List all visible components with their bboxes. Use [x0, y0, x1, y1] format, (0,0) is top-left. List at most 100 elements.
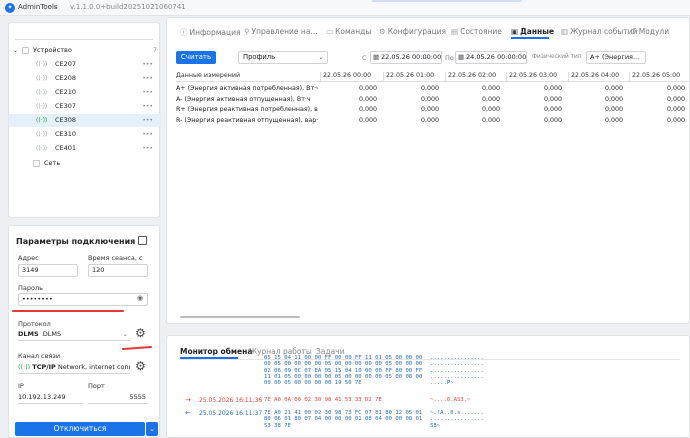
tab-6[interactable]: ▥ Журнал событий [561, 27, 637, 36]
protocol-value-bold: DLMS [18, 330, 39, 338]
tree-device-ce208[interactable]: ((·)) CE208 ••• [9, 72, 161, 85]
table-horizontal-scrollbar[interactable] [180, 316, 300, 318]
tree-root-checkbox[interactable] [22, 47, 29, 54]
column-header[interactable]: 22.05.26 01:00 [386, 72, 434, 79]
tab-label: Команды [335, 27, 372, 36]
app-name: AdminTools [18, 3, 58, 11]
protocol-settings-gear-icon[interactable]: ⚙ [135, 326, 146, 340]
collapse-panel-icon[interactable] [138, 236, 147, 245]
from-date-field[interactable]: ▦ 22.05.26 00:00:00 [370, 51, 442, 64]
column-header[interactable]: 22.05.26 05:00 [632, 72, 680, 79]
tab-4[interactable]: ▤ Состояние [451, 27, 502, 36]
tab-label: Журнал событий [570, 27, 638, 36]
cell-value: 0,000 [604, 95, 623, 103]
antenna-icon: ((·)) [36, 61, 48, 68]
tree-root-device[interactable]: ⌄ Устройство 7 [9, 44, 161, 57]
cell-value: 0,000 [420, 106, 439, 113]
to-date-field[interactable]: ▦ 24.05.26 00:00:00 [455, 51, 527, 64]
column-separator[interactable] [629, 72, 630, 82]
chevron-down-icon[interactable]: ⌄ [123, 328, 128, 341]
cell-value: 0,000 [666, 116, 685, 124]
monitor-line: ................ [430, 361, 484, 368]
chevron-down-icon[interactable]: ⌄ [53, 3, 58, 10]
chevron-down-icon[interactable]: ⌄ [318, 52, 324, 63]
more-options-icon[interactable]: ••• [142, 100, 153, 113]
profile-select[interactable]: Профиль ⌄ [238, 51, 328, 64]
tree-search-input[interactable] [15, 29, 153, 40]
tab-0[interactable]: ⓘ Информация [180, 27, 241, 38]
chevron-down-icon[interactable]: ⌄ [13, 44, 18, 57]
ip-field[interactable]: 10.192.13.249 [18, 391, 83, 404]
cell-value: 0,000 [604, 106, 623, 113]
rx-hex-block: 7E A0 21 41 00 02 30 98 73 FC 07 81 80 1… [264, 410, 422, 429]
table-row[interactable]: R+ (Энергия реактивная потребленная), ва… [176, 105, 690, 115]
session-time-label: Время сеанса, с [88, 254, 143, 262]
table-row[interactable]: A+ (Энергия активная потребленная), Вт·ч… [176, 84, 690, 94]
tree-device-ce210[interactable]: ((·)) CE210 ••• [9, 86, 161, 99]
tab-monitor[interactable]: Монитор обмена [180, 347, 252, 356]
password-field[interactable]: •••••••• [18, 293, 148, 306]
tab-7[interactable]: ⚙ Модули [630, 27, 669, 36]
tab-1[interactable]: ⚲ Управление на... [244, 27, 318, 36]
table-row[interactable]: A- (Энергия активная отпущенная), Вт·ч 0,… [176, 95, 690, 105]
calendar-icon[interactable]: ▦ [373, 52, 379, 63]
tree-root-label: Устройство [33, 46, 72, 54]
more-options-icon[interactable]: ••• [142, 128, 153, 141]
tree-device-ce207[interactable]: ((·)) CE207 ••• [9, 58, 161, 71]
monitor-line: .....P~ [430, 380, 454, 387]
more-options-icon[interactable]: ••• [142, 86, 153, 99]
cell-value: 0,000 [543, 85, 562, 92]
cell-value: 0,000 [543, 106, 562, 113]
tree-network[interactable]: Сеть [9, 157, 161, 170]
column-separator[interactable] [383, 72, 384, 82]
tab-label: Управление на... [251, 27, 318, 36]
calendar-icon[interactable]: ▦ [458, 52, 464, 63]
column-header[interactable]: 22.05.26 03:00 [509, 72, 557, 79]
monitor-ascii-block: ........................................… [430, 355, 484, 386]
monitor-line: S8~ [430, 422, 441, 429]
more-options-icon[interactable]: ••• [142, 58, 153, 71]
column-header[interactable]: 22.05.26 02:00 [448, 72, 496, 79]
network-antenna-icon: ((·)) [18, 363, 31, 371]
show-password-icon[interactable]: ◉ [137, 294, 143, 302]
tab-3[interactable]: ⚙ Конфигурация [379, 27, 446, 36]
tab-5[interactable]: ▣ Данные [511, 27, 554, 36]
tree-device-ce308[interactable]: ((·)) CE308 ••• [9, 114, 161, 127]
cell-value: 0,000 [420, 116, 439, 124]
cell-value: 0,000 [604, 85, 623, 92]
table-row[interactable]: R- (Энергия реактивная отпущенная), вар·… [176, 116, 690, 126]
more-options-icon[interactable]: ••• [142, 142, 153, 155]
cell-value: 0,000 [358, 85, 377, 92]
disconnect-button[interactable]: Отключиться [15, 422, 145, 436]
column-separator[interactable] [568, 72, 569, 82]
channel-value: Network, internet conn [57, 363, 130, 371]
column-separator[interactable] [320, 72, 321, 82]
column-header[interactable]: Данные измерений [176, 72, 240, 79]
disconnect-menu-chevron-icon[interactable]: ⌄ [146, 422, 158, 436]
tree-network-checkbox[interactable] [33, 160, 40, 167]
monitor-line: 53 38 7E [264, 422, 291, 429]
tab-label: Данные [520, 27, 555, 36]
column-header[interactable]: 22.05.26 04:00 [571, 72, 619, 79]
tab-label: Информация [189, 28, 241, 37]
channel-select[interactable]: ((·)) TCP/IP Network, internet conn [18, 361, 130, 374]
read-button[interactable]: Считать [176, 51, 216, 64]
tree-device-ce401[interactable]: ((·)) CE401 ••• [9, 142, 161, 155]
address-field[interactable]: 3149 [18, 264, 78, 277]
tree-device-ce310[interactable]: ((·)) CE310 ••• [9, 128, 161, 141]
port-field[interactable]: 5555 [88, 391, 148, 404]
tab-2[interactable]: ▭ Команды [326, 27, 371, 36]
device-tree-panel: ⌄ Устройство 7 Сеть ((·)) CE207 ••• ((·)) CE… [8, 22, 161, 218]
more-options-icon[interactable]: ••• [142, 72, 153, 85]
phys-type-select[interactable]: A+ (Энергия... [586, 51, 646, 64]
channel-settings-gear-icon[interactable]: ⚙ [135, 359, 146, 373]
more-options-icon[interactable]: ••• [142, 114, 153, 127]
protocol-select[interactable]: DLMS DLMS ⌄ [18, 328, 130, 341]
rx-ascii-block: ~.!A..0.s....................... S8~ [430, 410, 484, 429]
column-separator[interactable] [506, 72, 507, 82]
tree-device-ce307[interactable]: ((·)) CE307 ••• [9, 100, 161, 113]
column-separator[interactable] [445, 72, 446, 82]
connection-title: Параметры подключения [16, 237, 136, 246]
session-time-field[interactable]: 120 [88, 264, 148, 277]
column-header[interactable]: 22.05.26 00:00 [323, 72, 371, 79]
